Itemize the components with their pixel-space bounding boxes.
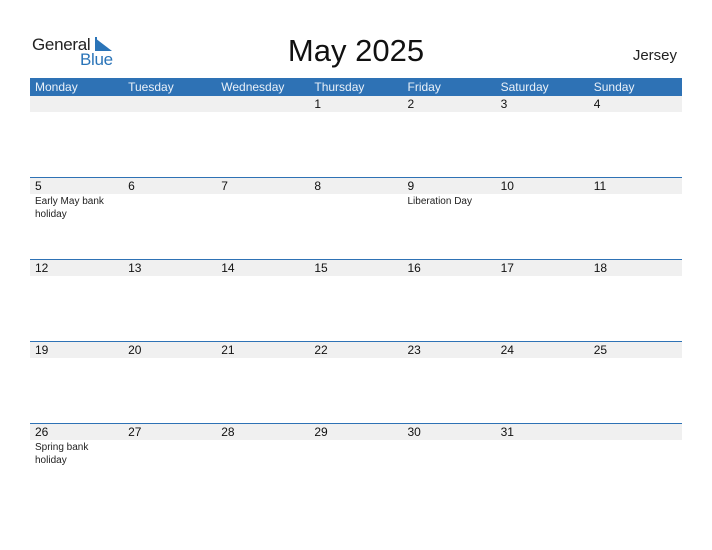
holiday-label: Early May bank holiday <box>35 196 104 220</box>
day-cell <box>123 96 216 177</box>
day-number: 12 <box>35 261 49 275</box>
day-cell: 18 <box>589 260 682 341</box>
day-cell: 19 <box>30 342 123 423</box>
day-number: 29 <box>314 425 328 439</box>
day-number: 30 <box>407 425 421 439</box>
day-number: 10 <box>500 179 514 193</box>
day-cell: 2 <box>403 96 496 177</box>
day-cell: 14 <box>216 260 309 341</box>
day-cell: 7 <box>216 178 309 259</box>
day-cell: 21 <box>216 342 309 423</box>
day-cell: 13 <box>123 260 216 341</box>
week-cells: 5 Early May bank holiday 6 7 8 9 Liberation Da… <box>30 178 682 259</box>
day-cell: 17 <box>496 260 589 341</box>
day-cell: 6 <box>123 178 216 259</box>
day-number: 15 <box>314 261 328 275</box>
day-cell: 25 <box>589 342 682 423</box>
weekday-thursday: Thursday <box>314 80 365 94</box>
day-number: 9 <box>407 179 415 193</box>
day-cell: 11 <box>589 178 682 259</box>
day-number: 31 <box>500 425 514 439</box>
day-number: 8 <box>314 179 322 193</box>
day-cell: 4 <box>589 96 682 177</box>
day-cell: 8 <box>309 178 402 259</box>
weekday-wednesday: Wednesday <box>221 80 285 94</box>
day-cell: 12 <box>30 260 123 341</box>
day-cell: 15 <box>309 260 402 341</box>
week-cells: 12 13 14 15 16 17 18 <box>30 260 682 341</box>
day-number: 2 <box>407 97 415 111</box>
day-cell: 22 <box>309 342 402 423</box>
day-number: 28 <box>221 425 235 439</box>
day-cell: 24 <box>496 342 589 423</box>
weekday-tuesday: Tuesday <box>128 80 174 94</box>
day-number: 11 <box>593 179 607 193</box>
week-cells: 1 2 3 4 <box>30 96 682 177</box>
day-number <box>35 96 123 112</box>
day-number: 17 <box>500 261 514 275</box>
day-number: 24 <box>500 343 514 357</box>
week-cells: 19 20 21 22 23 24 25 <box>30 342 682 423</box>
day-number: 3 <box>500 97 508 111</box>
day-number: 21 <box>221 343 235 357</box>
day-number <box>594 424 682 440</box>
day-cell: 1 <box>309 96 402 177</box>
day-number: 16 <box>407 261 421 275</box>
day-cell: 26 Spring bank holiday <box>30 424 123 505</box>
week-cells: 26 Spring bank holiday 27 28 29 30 31 <box>30 424 682 505</box>
day-number: 25 <box>593 343 608 357</box>
region-label: Jersey <box>632 47 677 64</box>
weekday-sunday: Sunday <box>593 80 635 94</box>
day-cell: 28 <box>216 424 309 505</box>
day-number: 22 <box>314 343 328 357</box>
week-row: 5 Early May bank holiday 6 7 8 9 Liberation Da… <box>30 177 682 259</box>
day-number: 5 <box>35 179 42 193</box>
week-row: 12 13 14 15 16 17 18 <box>30 259 682 341</box>
day-cell: 31 <box>496 424 589 505</box>
day-number: 20 <box>128 343 142 357</box>
month-title: May 2025 <box>287 33 425 68</box>
calendar-grid: Monday Tuesday Wednesday Thursday Friday… <box>30 78 682 505</box>
day-cell: 5 Early May bank holiday <box>30 178 123 259</box>
day-cell <box>30 96 123 177</box>
day-cell <box>589 424 682 505</box>
day-number: 23 <box>407 343 421 357</box>
weekday-friday: Friday <box>407 80 441 94</box>
day-cell: 16 <box>403 260 496 341</box>
holiday-label: Liberation Day <box>407 196 472 207</box>
day-number: 6 <box>128 179 135 193</box>
week-row: 19 20 21 22 23 24 25 <box>30 341 682 423</box>
week-row: 1 2 3 4 <box>30 96 682 177</box>
holiday-label: Spring bank holiday <box>35 442 89 466</box>
day-number <box>128 96 216 112</box>
day-number: 27 <box>128 425 142 439</box>
day-cell: 27 <box>123 424 216 505</box>
week-row: 26 Spring bank holiday 27 28 29 30 31 <box>30 423 682 505</box>
day-number <box>221 96 309 112</box>
day-number: 7 <box>221 179 228 193</box>
weeks-container: 1 2 3 4 5 Early May bank holiday 6 7 8 9 Liberatio… <box>30 96 682 505</box>
day-cell: 3 <box>496 96 589 177</box>
day-cell <box>216 96 309 177</box>
day-cell: 23 <box>403 342 496 423</box>
weekday-header: Monday Tuesday Wednesday Thursday Friday… <box>30 78 682 96</box>
weekday-monday: Monday <box>35 80 78 94</box>
day-number: 4 <box>593 97 601 111</box>
day-number: 13 <box>128 261 142 275</box>
day-number: 18 <box>593 261 608 275</box>
day-cell: 30 <box>403 424 496 505</box>
weekday-saturday: Saturday <box>500 80 549 94</box>
day-number: 19 <box>35 343 49 357</box>
day-number: 1 <box>314 97 322 111</box>
day-cell: 10 <box>496 178 589 259</box>
day-cell: 9 Liberation Day <box>403 178 496 259</box>
day-cell: 29 <box>309 424 402 505</box>
day-cell: 20 <box>123 342 216 423</box>
day-number: 26 <box>35 425 49 439</box>
day-number: 14 <box>221 261 235 275</box>
